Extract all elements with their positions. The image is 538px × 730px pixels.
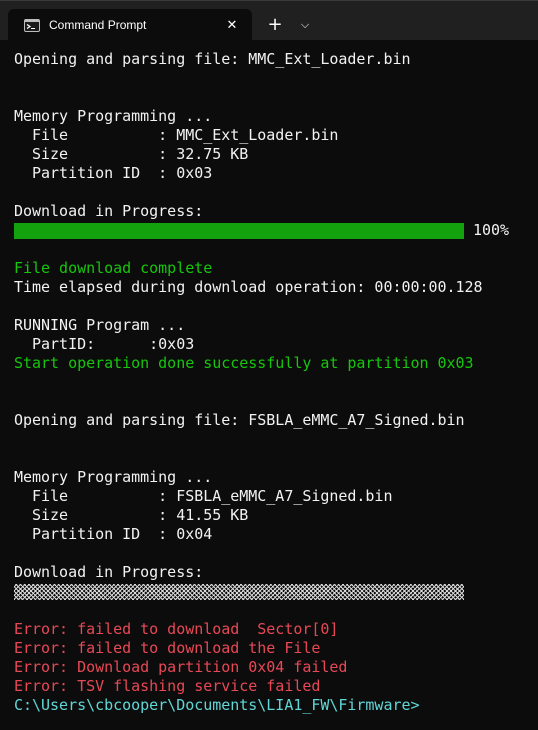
progress-bar [14, 223, 464, 239]
console-line: Memory Programming ... [14, 468, 213, 486]
progress-bar-fill [14, 223, 464, 239]
console-line: Partition ID : 0x03 [14, 164, 213, 182]
tab-title: Command Prompt [49, 18, 147, 32]
console-output[interactable]: Opening and parsing file: MMC_Ext_Loader… [14, 50, 534, 715]
console-line: Start operation done successfully at par… [14, 354, 474, 372]
progress-bar-empty [14, 584, 464, 600]
console-line: Opening and parsing file: FSBLA_eMMC_A7_… [14, 411, 465, 429]
console-line: Size : 32.75 KB [14, 145, 249, 163]
console-line: Memory Programming ... [14, 107, 213, 125]
console-line: File : FSBLA_eMMC_A7_Signed.bin [14, 487, 393, 505]
console-line: Error: failed to download Sector[0] [14, 620, 339, 638]
new-tab-button[interactable]: + [264, 14, 286, 36]
progress-percent: 100% [473, 221, 510, 239]
console-line: Error: TSV flashing service failed [14, 677, 321, 695]
console-line: Download in Progress: [14, 563, 204, 581]
console-icon [24, 19, 40, 32]
close-icon[interactable]: ✕ [222, 16, 242, 36]
console-line: C:\Users\cbcooper\Documents\LIA1_FW\Firm… [14, 696, 420, 714]
console-line: Error: failed to download the File [14, 639, 321, 657]
console-line: RUNNING Program ... [14, 316, 186, 334]
console-line: Partition ID : 0x04 [14, 525, 213, 543]
console-line: Time elapsed during download operation: … [14, 278, 483, 296]
console-line: Opening and parsing file: MMC_Ext_Loader… [14, 50, 411, 68]
progress-line: 100% [14, 221, 534, 240]
console-line: Download in Progress: [14, 202, 204, 220]
console-line: File download complete [14, 259, 213, 277]
tab-command-prompt[interactable]: Command Prompt ✕ [8, 9, 252, 41]
progress-line [14, 582, 534, 601]
title-bar: Command Prompt ✕ + ⌵ [0, 0, 538, 41]
console-line: Size : 41.55 KB [14, 506, 249, 524]
terminal-window: Command Prompt ✕ + ⌵ Opening and parsing… [0, 0, 538, 730]
console-line: File : MMC_Ext_Loader.bin [14, 126, 339, 144]
console-line: PartID: :0x03 [14, 335, 195, 353]
progress-bar [14, 584, 464, 600]
chevron-down-icon[interactable]: ⌵ [294, 14, 316, 36]
console-line: Error: Download partition 0x04 failed [14, 658, 348, 676]
